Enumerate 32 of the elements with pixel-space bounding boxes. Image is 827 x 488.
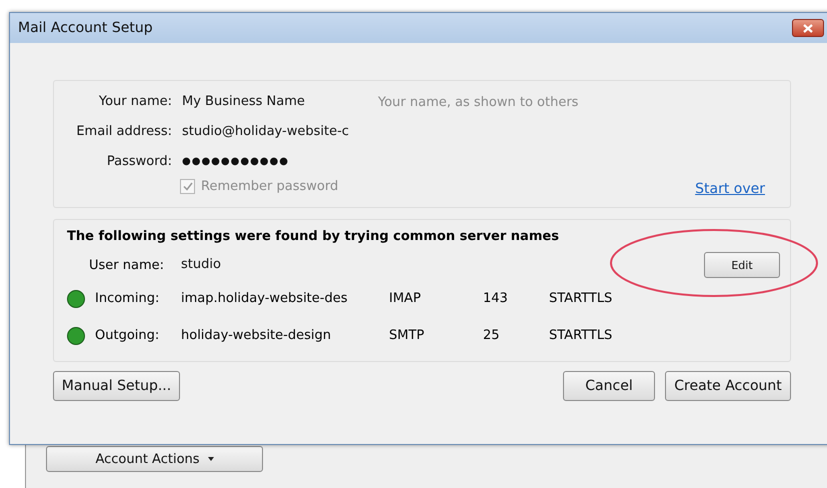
port-value: 25 (483, 328, 501, 343)
cancel-button[interactable]: Cancel (563, 371, 655, 401)
start-over-link[interactable]: Start over (695, 181, 765, 197)
input-field[interactable]: studio@holiday-website-c (182, 117, 368, 147)
manual-setup-button[interactable]: Manual Setup... (53, 371, 180, 401)
host-value: holiday-website-design (181, 328, 332, 343)
security-value: STARTTLS (549, 291, 614, 306)
close-button[interactable] (792, 19, 824, 37)
field-label: User name: (89, 258, 166, 272)
port-value: 143 (483, 291, 509, 306)
window-title: Mail Account Setup (18, 20, 153, 36)
security-value: STARTTLS (549, 328, 614, 343)
close-icon (803, 24, 813, 32)
field-label: Incoming: (95, 291, 160, 306)
account-actions-button[interactable]: Account Actions (46, 446, 263, 472)
field-label: Your name: (98, 93, 172, 111)
field-value: studio (181, 256, 221, 274)
hint-text: Your name, as shown to others (378, 94, 580, 110)
settings-heading: The following settings were found by trying common server names (67, 228, 560, 246)
host-value: imap.holiday-website-des (181, 291, 348, 306)
input-field[interactable]: My Business Name (182, 87, 368, 117)
protocol-value: IMAP (389, 291, 422, 306)
edit-button[interactable]: Edit (704, 252, 780, 278)
field-label: Outgoing: (95, 328, 160, 343)
caret-icon (208, 457, 214, 461)
field-label: Password: (106, 153, 172, 171)
checkmark-icon (182, 182, 192, 191)
checkbox-label: Remember password (201, 179, 338, 194)
protocol-value: SMTP (389, 328, 426, 343)
input-field[interactable]: ●●●●●●●●●●● (182, 147, 368, 177)
field-label: Email address: (75, 123, 172, 141)
create-account-button[interactable]: Create Account (665, 371, 791, 401)
